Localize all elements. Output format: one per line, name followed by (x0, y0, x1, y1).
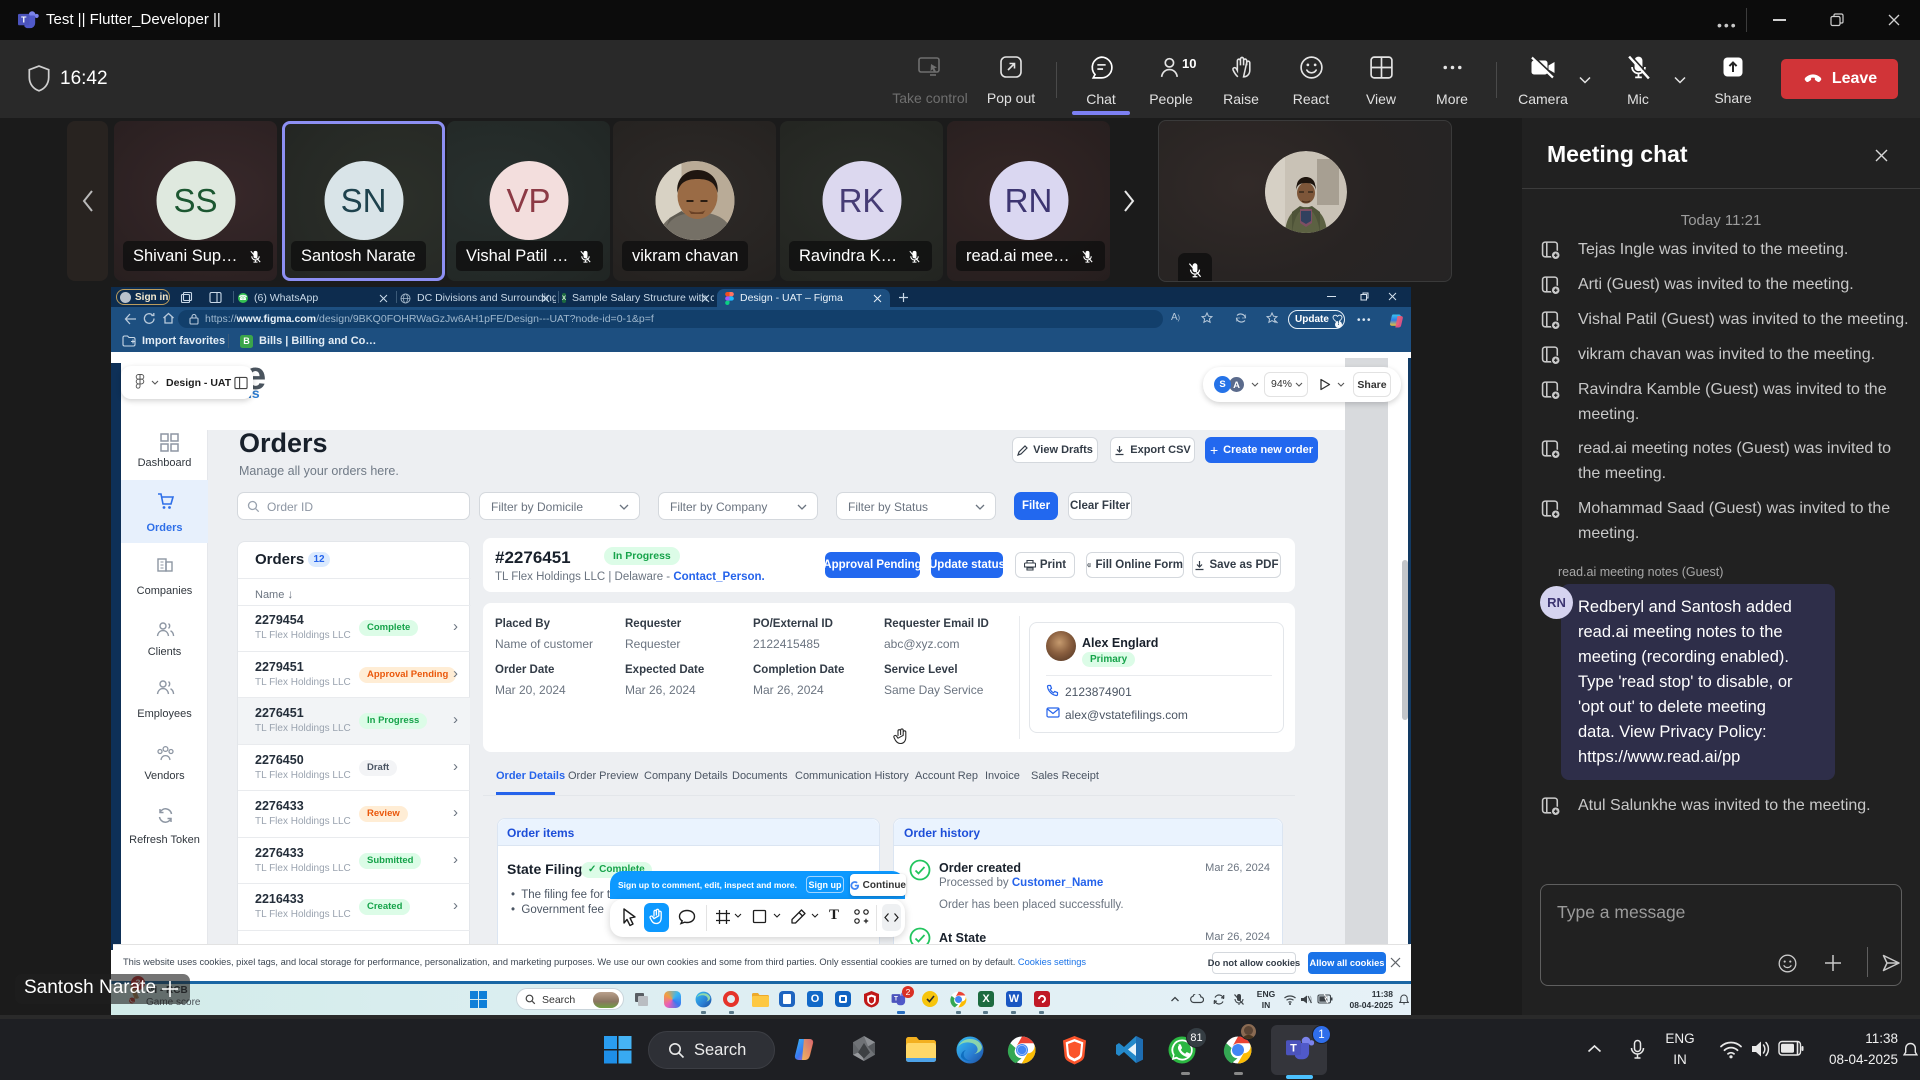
svg-text:T: T (1290, 1042, 1297, 1054)
svg-text:T: T (894, 996, 898, 1003)
svg-text:T: T (21, 14, 27, 24)
